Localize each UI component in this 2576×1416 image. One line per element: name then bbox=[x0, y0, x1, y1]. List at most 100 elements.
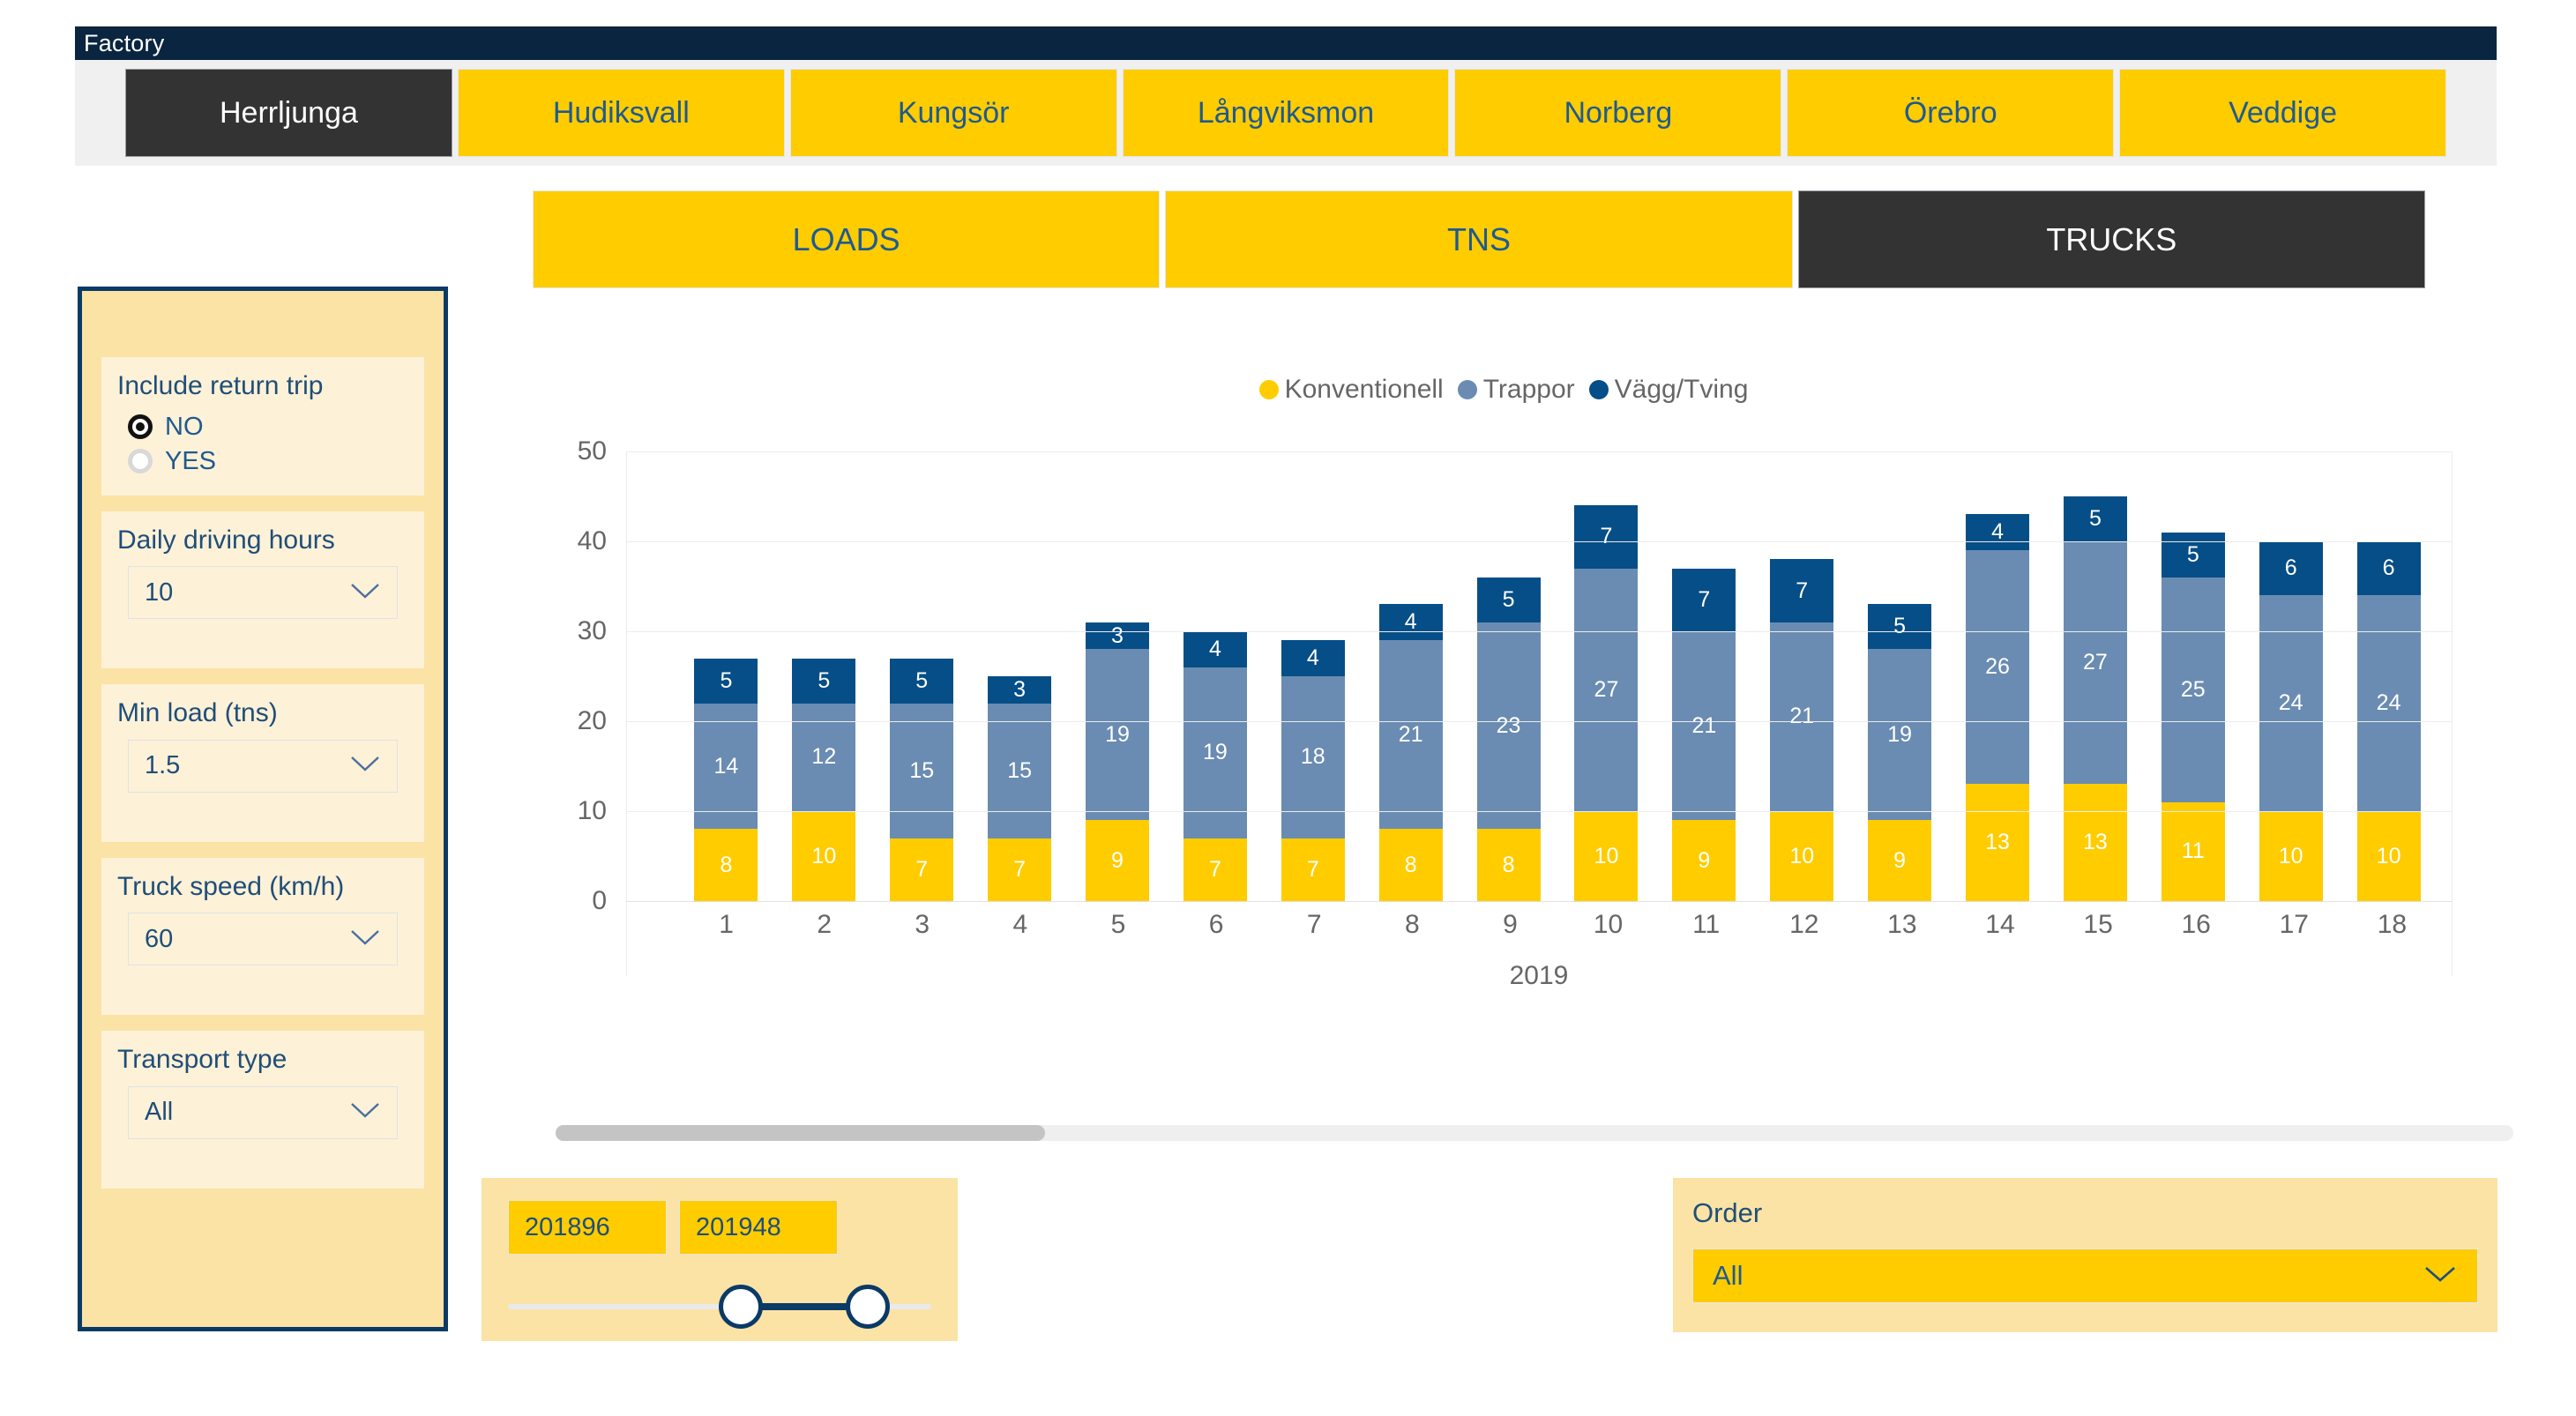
chart-scrollbar[interactable] bbox=[556, 1125, 2513, 1141]
bar-segment-trappor[interactable]: 19 bbox=[1183, 667, 1247, 838]
metric-tab-trucks[interactable]: TRUCKS bbox=[1797, 190, 2425, 288]
bar-segment-konventionell[interactable]: 8 bbox=[1476, 829, 1541, 901]
bar-segment-v-gg-tving[interactable]: 6 bbox=[2259, 541, 2323, 596]
legend-item-konventionell[interactable]: Konventionell bbox=[1258, 375, 1444, 405]
bar-segment-konventionell[interactable]: 7 bbox=[1183, 838, 1247, 901]
bar-segment-konventionell[interactable]: 8 bbox=[694, 829, 758, 901]
radio-option-yes[interactable]: YES bbox=[128, 447, 408, 476]
factory-tab-herrljunga[interactable]: Herrljunga bbox=[125, 69, 452, 157]
bar-segment-konventionell[interactable]: 10 bbox=[792, 811, 856, 901]
bar-group-2[interactable]: 5 12 10 bbox=[775, 451, 873, 901]
bar-segment-konventionell[interactable]: 13 bbox=[2063, 784, 2127, 901]
chart-scrollbar-thumb[interactable] bbox=[556, 1125, 1045, 1141]
bar-segment-konventionell[interactable]: 7 bbox=[988, 838, 1052, 901]
select-transport-type[interactable]: All bbox=[128, 1085, 398, 1139]
bar-segment-trappor[interactable]: 24 bbox=[2356, 595, 2421, 811]
order-select[interactable]: All bbox=[1692, 1248, 2478, 1303]
bar-group-10[interactable]: 7 27 10 bbox=[1557, 451, 1655, 901]
range-max-chip[interactable]: 201948 bbox=[679, 1200, 838, 1255]
bar-segment-konventionell[interactable]: 8 bbox=[1378, 829, 1443, 901]
bar-segment-konventionell[interactable]: 9 bbox=[1868, 820, 1932, 901]
bar-group-17[interactable]: 6 24 10 bbox=[2242, 451, 2340, 901]
bar-segment-konventionell[interactable]: 9 bbox=[1672, 820, 1736, 901]
bar-segment-konventionell[interactable]: 7 bbox=[890, 838, 954, 901]
range-min-chip[interactable]: 201896 bbox=[508, 1200, 667, 1255]
bar-segment-v-gg-tving[interactable]: 6 bbox=[2356, 541, 2421, 596]
bar-segment-trappor[interactable]: 21 bbox=[1672, 631, 1736, 821]
bar-segment-trappor[interactable]: 26 bbox=[1966, 550, 2030, 785]
select-min-load-tns[interactable]: 1.5 bbox=[128, 739, 398, 793]
bar-segment-konventionell[interactable]: 13 bbox=[1966, 784, 2030, 901]
metric-tab-tns[interactable]: TNS bbox=[1165, 190, 1793, 288]
bar-segment-v-gg-tving[interactable]: 5 bbox=[694, 658, 758, 704]
range-slider-handle-max[interactable] bbox=[846, 1285, 890, 1329]
bar-segment-v-gg-tving[interactable]: 5 bbox=[1868, 604, 1932, 650]
legend-item-trappor[interactable]: Trappor bbox=[1457, 375, 1575, 405]
bar-segment-konventionell[interactable]: 10 bbox=[2356, 811, 2421, 901]
bar-segment-v-gg-tving[interactable]: 5 bbox=[1476, 577, 1541, 622]
bar-segment-trappor[interactable]: 15 bbox=[890, 703, 954, 838]
radio-icon-yes[interactable] bbox=[128, 449, 153, 473]
factory-tab-norberg[interactable]: Norberg bbox=[1454, 69, 1782, 157]
bar-segment-v-gg-tving[interactable]: 3 bbox=[1086, 622, 1149, 650]
metric-tab-loads[interactable]: LOADS bbox=[533, 190, 1161, 288]
bar-segment-v-gg-tving[interactable]: 7 bbox=[1574, 505, 1639, 569]
bar-segment-konventionell[interactable]: 11 bbox=[2161, 801, 2225, 901]
bar-segment-trappor[interactable]: 19 bbox=[1086, 649, 1149, 821]
bar-segment-trappor[interactable]: 23 bbox=[1476, 622, 1541, 830]
bar-segment-trappor[interactable]: 24 bbox=[2259, 595, 2323, 811]
bar-group-18[interactable]: 6 24 10 bbox=[2340, 451, 2438, 901]
bar-group-14[interactable]: 4 26 13 bbox=[1949, 451, 2047, 901]
bar-group-7[interactable]: 4 18 7 bbox=[1264, 451, 1362, 901]
bar-group-6[interactable]: 4 19 7 bbox=[1166, 451, 1264, 901]
bar-segment-v-gg-tving[interactable]: 4 bbox=[1966, 514, 2030, 551]
legend-item-v-gg-tving[interactable]: Vägg/Tving bbox=[1588, 375, 1748, 405]
bar-group-12[interactable]: 7 21 10 bbox=[1753, 451, 1851, 901]
bar-segment-trappor[interactable]: 14 bbox=[694, 703, 758, 830]
bar-segment-konventionell[interactable]: 10 bbox=[2259, 811, 2323, 901]
bar-segment-v-gg-tving[interactable]: 4 bbox=[1183, 631, 1247, 667]
bar-segment-trappor[interactable]: 21 bbox=[1378, 640, 1443, 830]
bar-segment-v-gg-tving[interactable]: 3 bbox=[988, 676, 1052, 704]
bar-segment-trappor[interactable]: 18 bbox=[1281, 676, 1345, 838]
bar-group-13[interactable]: 5 19 9 bbox=[1851, 451, 1949, 901]
radio-option-no[interactable]: NO bbox=[128, 413, 408, 442]
bar-segment-trappor[interactable]: 12 bbox=[792, 703, 856, 811]
bar-segment-konventionell[interactable]: 7 bbox=[1281, 838, 1345, 901]
bar-group-5[interactable]: 3 19 9 bbox=[1069, 451, 1167, 901]
bar-group-9[interactable]: 5 23 8 bbox=[1460, 451, 1557, 901]
bar-group-4[interactable]: 3 15 7 bbox=[971, 451, 1069, 901]
range-slider-handle-min[interactable] bbox=[719, 1285, 763, 1329]
bar-segment-konventionell[interactable]: 9 bbox=[1086, 820, 1149, 901]
bar-group-3[interactable]: 5 15 7 bbox=[873, 451, 971, 901]
bar-segment-v-gg-tving[interactable]: 7 bbox=[1770, 559, 1834, 622]
factory-tab-rebro[interactable]: Örebro bbox=[1787, 69, 2115, 157]
factory-tab-veddige[interactable]: Veddige bbox=[2119, 69, 2447, 157]
bar-group-15[interactable]: 5 27 13 bbox=[2046, 451, 2144, 901]
bar-segment-trappor[interactable]: 19 bbox=[1868, 649, 1932, 821]
bar-segment-trappor[interactable]: 27 bbox=[2063, 541, 2127, 785]
bar-segment-v-gg-tving[interactable]: 5 bbox=[2161, 532, 2225, 578]
range-slider[interactable] bbox=[508, 1285, 931, 1329]
bar-segment-v-gg-tving[interactable]: 4 bbox=[1281, 640, 1345, 677]
bar-segment-trappor[interactable]: 21 bbox=[1770, 622, 1834, 811]
bar-group-11[interactable]: 7 21 9 bbox=[1655, 451, 1753, 901]
bar-group-1[interactable]: 5 14 8 bbox=[677, 451, 775, 901]
bar-segment-v-gg-tving[interactable]: 5 bbox=[2063, 496, 2127, 542]
bar-segment-v-gg-tving[interactable]: 4 bbox=[1378, 604, 1443, 641]
bar-segment-konventionell[interactable]: 10 bbox=[1574, 811, 1639, 901]
bar-segment-konventionell[interactable]: 10 bbox=[1770, 811, 1834, 901]
bar-segment-v-gg-tving[interactable]: 5 bbox=[792, 658, 856, 704]
bar-group-8[interactable]: 4 21 8 bbox=[1362, 451, 1460, 901]
select-daily-driving-hours[interactable]: 10 bbox=[128, 566, 398, 619]
bar-segment-trappor[interactable]: 27 bbox=[1574, 568, 1639, 811]
bar-group-16[interactable]: 5 25 11 bbox=[2144, 451, 2242, 901]
factory-tab-l-ngviksmon[interactable]: Långviksmon bbox=[1122, 69, 1450, 157]
bar-segment-trappor[interactable]: 25 bbox=[2161, 577, 2225, 802]
bar-segment-trappor[interactable]: 15 bbox=[988, 703, 1052, 838]
bar-segment-v-gg-tving[interactable]: 5 bbox=[890, 658, 954, 704]
factory-tab-hudiksvall[interactable]: Hudiksvall bbox=[457, 69, 785, 157]
factory-tab-kungs-r[interactable]: Kungsör bbox=[789, 69, 1117, 157]
radio-icon-no[interactable] bbox=[128, 414, 153, 439]
select-truck-speed-km-h[interactable]: 60 bbox=[128, 913, 398, 965]
